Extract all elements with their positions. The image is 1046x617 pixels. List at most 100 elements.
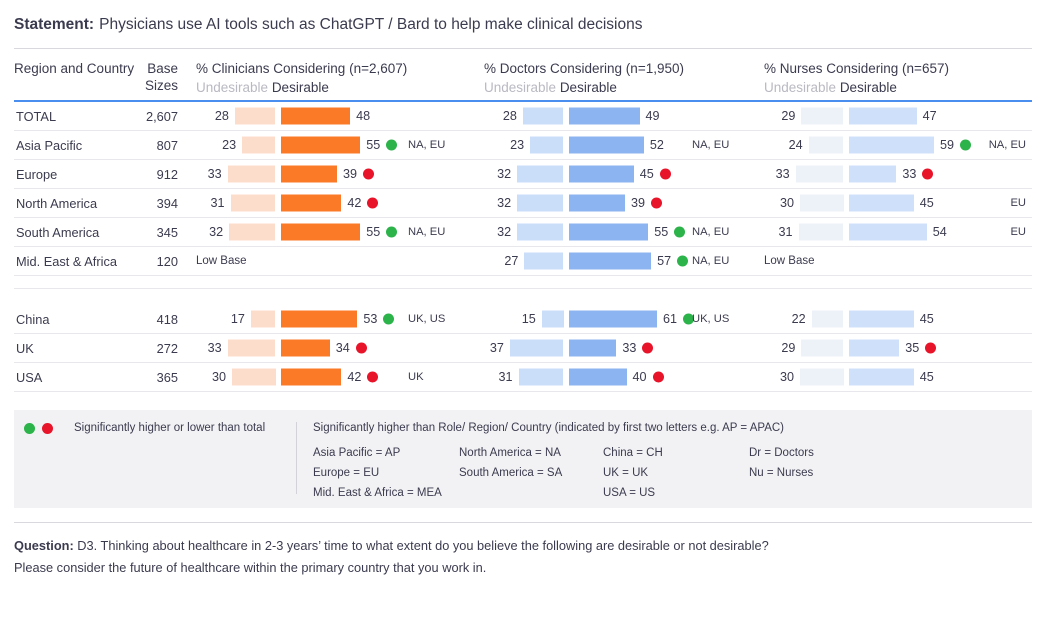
- question-line-1: Question: D3. Thinking about healthcare …: [14, 535, 1032, 557]
- doctors-cell: 2352NA, EU: [474, 131, 754, 160]
- significantly-lower-dot-icon: [660, 169, 671, 180]
- desirable-bar: [849, 224, 927, 241]
- desirable-label: Desirable: [560, 80, 617, 95]
- legend-abbrev-title: Significantly higher than Role/ Region/ …: [313, 422, 1032, 434]
- desirable-bar: [281, 369, 342, 386]
- undesirable-bar: [812, 311, 844, 328]
- desirable-value: 42: [347, 370, 361, 384]
- undesirable-bar: [801, 340, 843, 357]
- table-row: UK272333437332935: [14, 334, 1032, 363]
- undesirable-bar: [235, 108, 276, 125]
- desirable-bar: [281, 108, 351, 125]
- significance-vs-label: UK, US: [692, 313, 729, 325]
- table-row: Europe912333932453333: [14, 160, 1032, 189]
- desirable-bar: [569, 369, 627, 386]
- doctors-cell: 2849: [474, 101, 754, 131]
- legend-abbrev-col-2: North America = NASouth America = SA: [459, 444, 603, 503]
- desirable-value: 45: [920, 312, 934, 326]
- row-region-label: Mid. East & Africa: [14, 247, 138, 276]
- legend-abbrev-item: Dr = Doctors: [749, 444, 889, 464]
- bar-cell: 2757NA, EU: [484, 248, 754, 274]
- legend-significance: Significantly higher or lower than total: [14, 422, 296, 494]
- col-header-region-label: Region and Country: [14, 61, 138, 78]
- undesirable-bar: [242, 137, 275, 154]
- legend-abbreviations: Significantly higher than Role/ Region/ …: [297, 422, 1032, 494]
- clinicians-cell: 3042UK: [186, 363, 474, 392]
- legend-abbrev-item: South America = SA: [459, 464, 603, 484]
- row-base-size: 394: [138, 189, 186, 218]
- undesirable-value: 32: [489, 225, 511, 239]
- undesirable-bar: [523, 108, 564, 125]
- desirable-value: 49: [646, 109, 660, 123]
- significantly-lower-dot-icon: [651, 198, 662, 209]
- significance-vs-label: NA, EU: [408, 139, 445, 151]
- col-header-region: Region and Country: [14, 49, 138, 101]
- desirable-bar: [281, 137, 361, 154]
- desirable-value: 55: [654, 225, 668, 239]
- bar-cell: 32 55 NA, EU: [484, 219, 754, 245]
- bar-cell: 3154EU: [764, 219, 1032, 245]
- desirable-value: 45: [920, 370, 934, 384]
- question-label: Question:: [14, 538, 74, 553]
- statement-text: Physicians use AI tools such as ChatGPT …: [99, 16, 642, 33]
- bar-cell: 2352NA, EU: [484, 132, 754, 158]
- nurses-cell: 3333: [754, 160, 1032, 189]
- desirable-value: 39: [631, 196, 645, 210]
- undesirable-label: Undesirable: [484, 80, 556, 95]
- undesirable-value: 33: [200, 341, 222, 355]
- undesirable-value: 32: [489, 196, 511, 210]
- desirable-value: 42: [347, 196, 361, 210]
- significance-vs-label: NA, EU: [989, 139, 1026, 151]
- undesirable-value: 29: [773, 109, 795, 123]
- desirable-bar: [569, 224, 649, 241]
- undesirable-bar: [542, 311, 564, 328]
- clinicians-cell: 3334: [186, 334, 474, 363]
- bar-cell: Low Base: [764, 248, 1032, 274]
- undesirable-value: 17: [223, 312, 245, 326]
- undesirable-value: 31: [491, 370, 513, 384]
- bar-cell: 1753UK, US: [196, 306, 474, 332]
- legend-abbrev-item: Europe = EU: [313, 464, 459, 484]
- bar-cell: 2355NA, EU: [196, 132, 474, 158]
- col-header-doctors: % Doctors Considering (n=1,950) Undesira…: [474, 49, 754, 101]
- col-header-nurses: % Nurses Considering (n=657) Undesirable…: [754, 49, 1032, 101]
- significantly-lower-dot-icon: [922, 169, 933, 180]
- bar-cell: 3255NA, EU: [196, 219, 474, 245]
- undesirable-label: Undesirable: [196, 80, 268, 95]
- significantly-lower-dot-icon: [367, 198, 378, 209]
- undesirable-bar: [519, 369, 564, 386]
- nurses-cell: Low Base: [754, 247, 1032, 276]
- significantly-lower-dot-icon: [367, 372, 378, 383]
- significantly-higher-dot-icon: [386, 140, 397, 151]
- bar-cell: 3140: [484, 364, 754, 390]
- legend-abbrev-columns: Asia Pacific = APEurope = EUMid. East & …: [313, 444, 1032, 503]
- desirable-bar: [849, 369, 914, 386]
- undesirable-bar: [530, 137, 563, 154]
- desirable-bar: [569, 340, 617, 357]
- desirable-value: 55: [366, 225, 380, 239]
- table-body: TOTAL2,607284828492947Asia Pacific807235…: [14, 101, 1032, 392]
- undesirable-value: 23: [502, 138, 524, 152]
- legend-abbrev-item: North America = NA: [459, 444, 603, 464]
- col-header-doctors-title: % Doctors Considering (n=1,950): [484, 61, 754, 78]
- row-base-size: 418: [138, 305, 186, 334]
- row-base-size: 345: [138, 218, 186, 247]
- low-base-label: Low Base: [196, 255, 247, 267]
- row-region-label: South America: [14, 218, 138, 247]
- desirable-bar: [281, 224, 361, 241]
- clinicians-cell: 3339: [186, 160, 474, 189]
- row-region-label: TOTAL: [14, 101, 138, 131]
- row-base-size: 120: [138, 247, 186, 276]
- doctors-cell: 3140: [474, 363, 754, 392]
- clinicians-cell: 3142: [186, 189, 474, 218]
- undesirable-bar: [228, 340, 276, 357]
- undesirable-bar: [517, 224, 563, 241]
- significantly-higher-dot-icon: [386, 227, 397, 238]
- undesirable-value: 28: [207, 109, 229, 123]
- significance-vs-label: NA, EU: [692, 226, 729, 238]
- undesirable-bar: [801, 108, 843, 125]
- bar-cell: 3245: [484, 161, 754, 187]
- row-base-size: 365: [138, 363, 186, 392]
- doctors-cell: 32 39: [474, 189, 754, 218]
- row-base-size: 912: [138, 160, 186, 189]
